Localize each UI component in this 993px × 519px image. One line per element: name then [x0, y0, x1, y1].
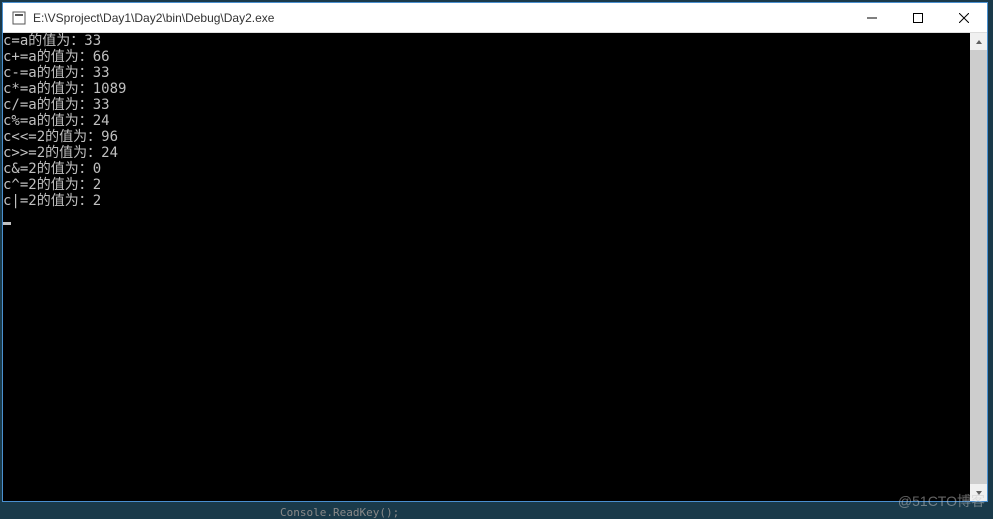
console-line: c*=a的值为：1089 — [3, 81, 126, 97]
console-line: c=a的值为：33 — [3, 33, 101, 49]
titlebar: E:\VSproject\Day1\Day2\bin\Debug\Day2.ex… — [3, 3, 987, 33]
console-text: c=a的值为：33 c+=a的值为：66 c-=a的值为：33 c*=a的值为：… — [3, 33, 987, 225]
console-line: c/=a的值为：33 — [3, 97, 110, 113]
app-icon — [11, 10, 27, 26]
window-title: E:\VSproject\Day1\Day2\bin\Debug\Day2.ex… — [33, 11, 849, 25]
code-snippet: Console.ReadKey(); — [280, 506, 399, 519]
close-button[interactable] — [941, 3, 987, 32]
cursor — [3, 222, 11, 225]
console-line: c|=2的值为：2 — [3, 193, 101, 209]
editor-background: Console.ReadKey(); — [0, 505, 993, 519]
scroll-track[interactable] — [970, 50, 987, 484]
minimize-button[interactable] — [849, 3, 895, 32]
scroll-up-button[interactable] — [970, 33, 987, 50]
console-line: c<<=2的值为：96 — [3, 129, 118, 145]
scroll-down-button[interactable] — [970, 484, 987, 501]
console-line: c-=a的值为：33 — [3, 65, 110, 81]
console-window: E:\VSproject\Day1\Day2\bin\Debug\Day2.ex… — [2, 2, 988, 502]
console-output[interactable]: c=a的值为：33 c+=a的值为：66 c-=a的值为：33 c*=a的值为：… — [3, 33, 987, 501]
scroll-thumb[interactable] — [970, 50, 987, 484]
console-line: c%=a的值为：24 — [3, 113, 110, 129]
window-controls — [849, 3, 987, 32]
console-line: c^=2的值为：2 — [3, 177, 101, 193]
console-line: c>>=2的值为：24 — [3, 145, 118, 161]
vertical-scrollbar[interactable] — [970, 33, 987, 501]
console-line: c&=2的值为：0 — [3, 161, 101, 177]
maximize-button[interactable] — [895, 3, 941, 32]
console-line: c+=a的值为：66 — [3, 49, 110, 65]
